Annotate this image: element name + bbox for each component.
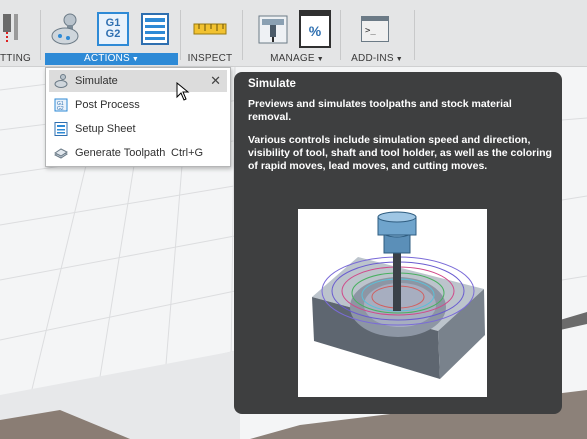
drill-icon[interactable]: [0, 14, 22, 44]
caret-down-icon: ▼: [395, 56, 403, 63]
mouse-cursor-icon: [176, 81, 190, 107]
manage-label: MANAGE: [270, 53, 315, 64]
inspect-menu-button[interactable]: INSPECT: [184, 53, 236, 65]
addins-menu-button[interactable]: ADD-INS ▼: [346, 53, 408, 65]
tooltip-title: Simulate: [248, 78, 296, 90]
post-library-icon[interactable]: %: [298, 10, 332, 48]
simulate-icon[interactable]: [50, 12, 84, 46]
toolbar: TTING G1 G2 ACTIONS ▼ INSPECT % MANAGE ▼…: [0, 0, 587, 67]
gcode-text-2: G2: [105, 28, 121, 40]
simulate-tooltip: Simulate Previews and simulates toolpath…: [234, 72, 562, 414]
actions-label: ACTIONS: [84, 53, 130, 64]
post-process-icon: G1 G2: [54, 98, 68, 112]
tooltip-paragraph-1: Previews and simulates toolpaths and sto…: [248, 98, 512, 123]
tool-library-icon[interactable]: [256, 12, 290, 46]
toolbar-separator: [414, 10, 415, 60]
caret-down-icon: ▼: [131, 56, 139, 63]
toolbar-separator: [340, 10, 341, 60]
simulate-icon: [54, 74, 68, 88]
setup-sheet-icon: [54, 122, 68, 136]
menu-item-simulate[interactable]: Simulate ✕: [49, 70, 227, 92]
generate-toolpath-icon: [54, 146, 68, 160]
menu-item-label: Post Process: [75, 99, 140, 111]
menu-item-label: Simulate: [75, 75, 118, 87]
actions-menu-button[interactable]: ACTIONS ▼: [45, 53, 178, 65]
measure-ruler-icon[interactable]: [193, 12, 227, 46]
close-icon[interactable]: ✕: [210, 73, 221, 89]
toolbar-separator: [242, 10, 243, 60]
menu-item-label: Setup Sheet: [75, 123, 136, 135]
scripts-addins-icon[interactable]: >_: [358, 12, 392, 46]
simulation-preview-image: [298, 209, 487, 397]
tooltip-description: Previews and simulates toolpaths and sto…: [248, 98, 553, 183]
setup-sheet-icon[interactable]: [138, 12, 172, 46]
tooltip-paragraph-2: Various controls include simulation spee…: [248, 134, 552, 172]
menu-item-post-process[interactable]: G1 G2 Post Process: [49, 94, 227, 116]
menu-item-setup-sheet[interactable]: Setup Sheet: [49, 118, 227, 140]
toolbar-separator: [40, 10, 41, 60]
toolbar-separator: [180, 10, 181, 60]
svg-text:G2: G2: [57, 106, 64, 112]
manage-menu-button[interactable]: MANAGE ▼: [260, 53, 334, 65]
percent-icon-text: %: [308, 23, 322, 39]
partial-menu-label[interactable]: TTING: [0, 53, 31, 65]
menu-item-generate-toolpath[interactable]: Generate Toolpath Ctrl+G: [49, 142, 227, 164]
post-process-icon[interactable]: G1 G2: [96, 12, 130, 46]
menu-item-label: Generate Toolpath: [75, 147, 166, 159]
caret-down-icon: ▼: [316, 56, 324, 63]
addins-label: ADD-INS: [351, 53, 394, 64]
terminal-icon-text: >_: [365, 26, 376, 36]
menu-item-shortcut: Ctrl+G: [171, 147, 204, 159]
actions-dropdown-menu: Simulate ✕ G1 G2 Post Process Setup Sheet…: [45, 67, 231, 167]
